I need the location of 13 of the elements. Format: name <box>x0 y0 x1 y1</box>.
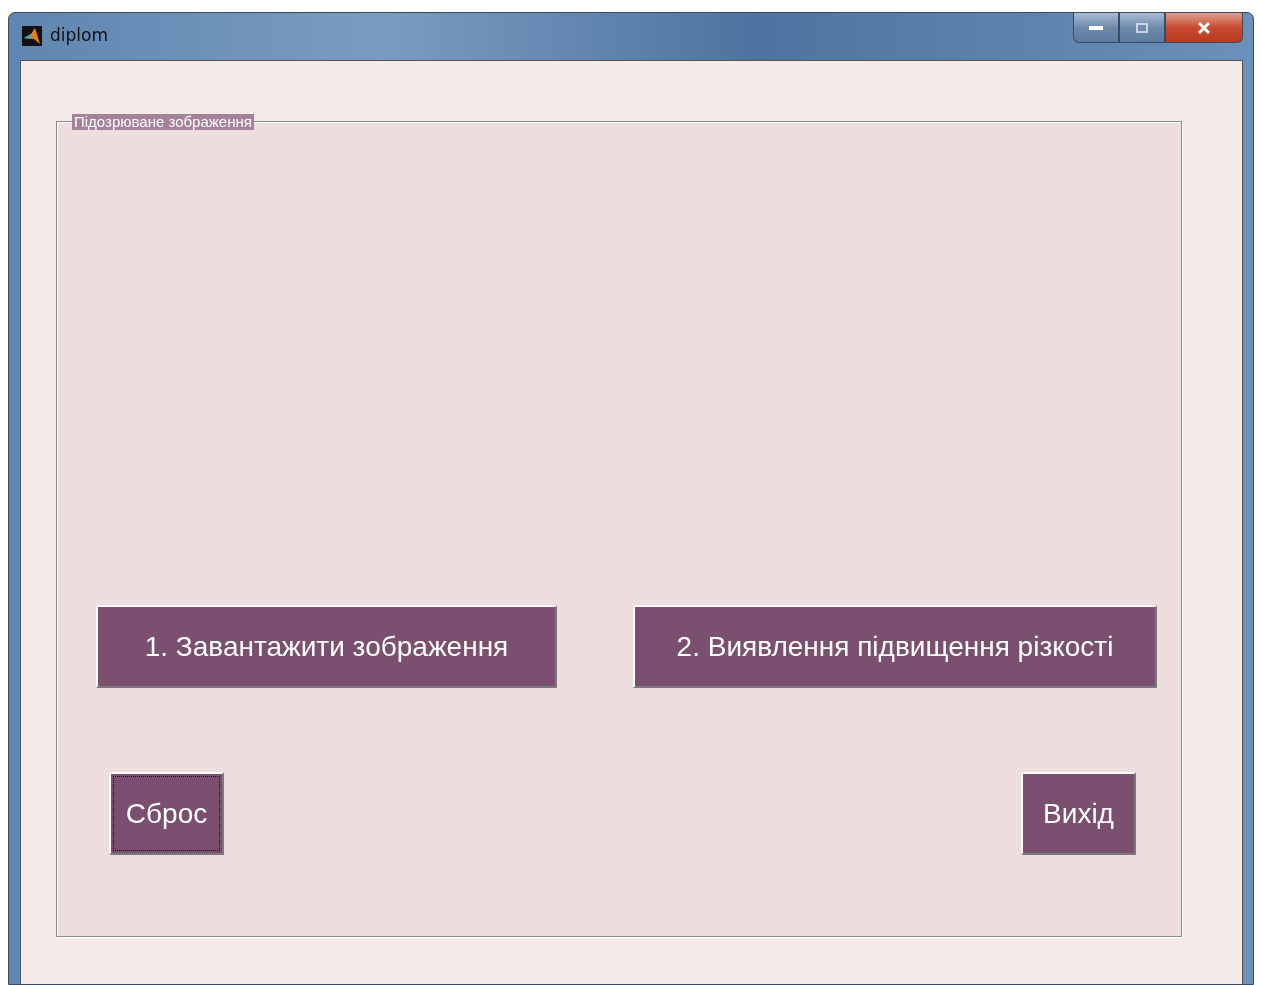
maximize-button[interactable] <box>1119 13 1165 43</box>
close-button[interactable] <box>1165 13 1243 43</box>
maximize-icon <box>1136 22 1148 33</box>
window-title: diplom <box>50 25 108 45</box>
panel-title: Підозрюване зображення <box>72 114 254 130</box>
action-button[interactable]: 1. Завантажити зображення <box>96 605 557 688</box>
app-logo-icon <box>22 25 42 46</box>
reset-button[interactable]: Сброс <box>109 772 224 855</box>
close-icon <box>1197 21 1211 34</box>
exit-button[interactable]: Вихід <box>1021 772 1136 855</box>
minimize-button[interactable] <box>1073 13 1119 43</box>
minimize-icon <box>1089 24 1103 31</box>
action-button[interactable]: 2. Виявлення підвищення різкості <box>633 605 1157 688</box>
